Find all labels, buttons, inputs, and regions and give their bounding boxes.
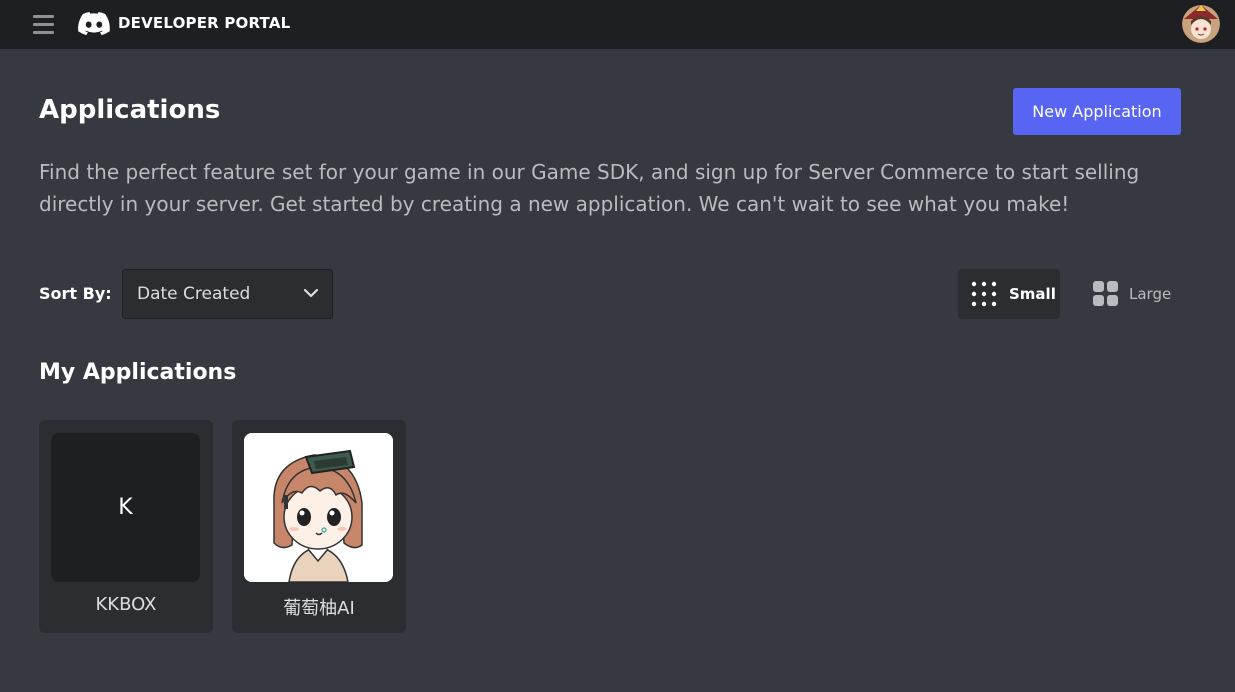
portal-title: DEVELOPER PORTAL [118,14,291,32]
discord-logo-icon[interactable] [78,12,110,36]
sort-selected-value: Date Created [137,284,251,304]
view-large-label: Large [1129,285,1172,303]
app-card-grapefruit-ai[interactable]: 葡萄柚AI [232,420,406,633]
top-bar: DEVELOPER PORTAL [0,0,1235,49]
hamburger-menu-icon[interactable] [33,15,54,34]
app-placeholder-icon: K [51,433,200,582]
chevron-down-icon [303,288,319,298]
page-title: Applications [39,95,221,125]
view-large-toggle[interactable]: Large [1082,269,1180,319]
view-small-label: Small [1009,285,1056,303]
new-application-button[interactable]: New Application [1013,88,1181,135]
view-small-toggle[interactable]: Small [958,269,1060,319]
large-grid-icon [1093,281,1118,306]
sort-by-label: Sort By: [39,284,112,303]
page-description: Find the perfect feature set for your ga… [39,160,1140,216]
small-grid-icon [971,281,997,307]
app-name: 葡萄柚AI [283,598,355,619]
my-applications-heading: My Applications [39,360,237,385]
app-initial: K [118,495,133,520]
anime-character-avatar-icon [244,433,393,582]
app-name: KKBOX [95,594,157,615]
app-card-kkbox[interactable]: K KKBOX [39,420,213,633]
user-avatar-icon[interactable] [1182,5,1220,43]
sort-by-select[interactable]: Date Created [122,269,333,319]
